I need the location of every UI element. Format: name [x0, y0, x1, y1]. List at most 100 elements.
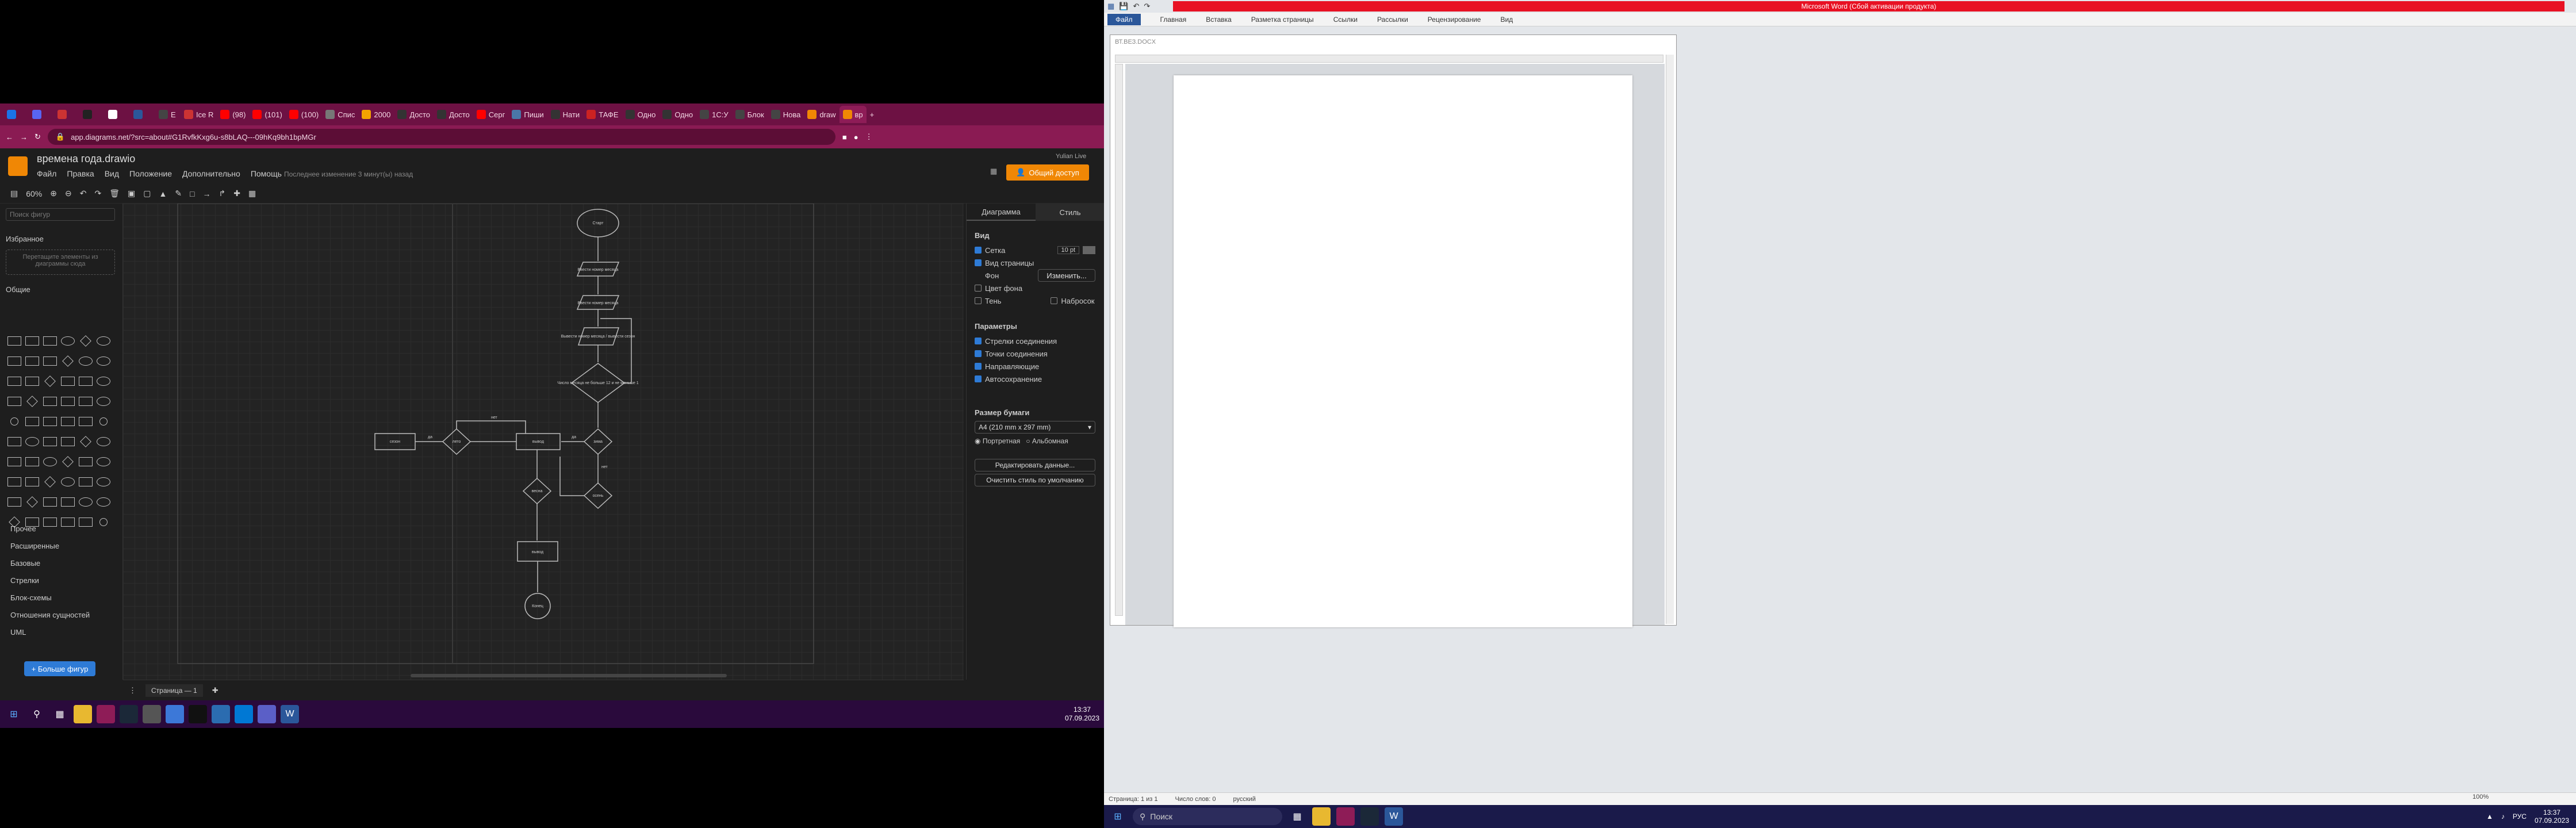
browser-tab[interactable]: Одно [659, 106, 696, 123]
shape-item[interactable] [59, 351, 76, 371]
clock[interactable]: 13:37 07.09.2023 [1065, 706, 1099, 723]
ribbon-tab[interactable]: Вставка [1206, 16, 1232, 24]
task-view-icon[interactable]: ▦ [51, 705, 69, 723]
connection-points-checkbox[interactable]: Точки соединения [975, 347, 1095, 360]
shape-item[interactable] [41, 472, 59, 492]
horizontal-scrollbar[interactable] [411, 674, 727, 677]
grid-size-input[interactable]: 10 pt [1057, 246, 1079, 254]
zoom-out-icon[interactable]: ⊖ [65, 189, 72, 198]
shape-item[interactable] [24, 472, 41, 492]
browser-tab[interactable] [3, 106, 29, 123]
guides-checkbox[interactable]: Направляющие [975, 360, 1095, 373]
steam-icon[interactable] [1360, 807, 1379, 826]
ribbon-tab[interactable]: Ссылки [1333, 16, 1358, 24]
shape-item[interactable] [24, 452, 41, 471]
pages-menu-icon[interactable]: ⋮ [129, 686, 136, 695]
table-icon[interactable]: ▦ [248, 189, 256, 198]
shape-item[interactable] [6, 452, 23, 471]
connection-icon[interactable]: → [203, 189, 211, 198]
shape-item[interactable] [41, 452, 59, 471]
undo-icon[interactable]: ↶ [80, 189, 87, 198]
sketch-checkbox[interactable] [1051, 297, 1058, 304]
word-icon[interactable]: W [281, 705, 299, 723]
shape-item[interactable] [6, 392, 23, 411]
shape-item[interactable] [95, 351, 112, 371]
connection-arrows-checkbox[interactable]: Стрелки соединения [975, 335, 1095, 347]
file-title[interactable]: времена года.drawio [37, 153, 135, 165]
shape-item[interactable] [59, 512, 76, 532]
ribbon-tab[interactable]: Вид [1500, 16, 1513, 24]
browser-tab[interactable]: 1С:У [696, 106, 732, 123]
shape-item[interactable] [95, 452, 112, 471]
status-item[interactable]: русский [1233, 796, 1255, 803]
network-icon[interactable]: ▲ [2486, 812, 2493, 821]
zoom-in-icon[interactable]: ⊕ [50, 189, 57, 198]
browser-tab[interactable] [79, 106, 105, 123]
status-item[interactable]: Страница: 1 из 1 [1109, 796, 1158, 803]
browser-tab[interactable]: (100) [286, 106, 322, 123]
app-icon[interactable] [235, 705, 253, 723]
shape-item[interactable] [41, 512, 59, 532]
status-item[interactable]: Число слов: 0 [1175, 796, 1216, 803]
app-icon[interactable] [258, 705, 276, 723]
portrait-radio[interactable]: ◉ Портретная [975, 437, 1020, 445]
shape-item[interactable] [41, 351, 59, 371]
browser-tab[interactable]: Одно [622, 106, 660, 123]
address-bar[interactable]: 🔒 app.diagrams.net/?src=about#G1RvfkKxg6… [47, 129, 835, 145]
shape-item[interactable] [6, 432, 23, 451]
user-name[interactable]: Yulian Live [1056, 153, 1086, 160]
task-view-icon[interactable]: ▦ [1288, 807, 1306, 826]
shape-search-input[interactable]: Поиск фигур [6, 208, 115, 221]
zoom-value[interactable]: 60% [26, 189, 42, 198]
paper-size-select[interactable]: A4 (210 mm x 297 mm) ▾ [975, 421, 1095, 434]
app-icon[interactable] [143, 705, 161, 723]
reload-icon[interactable]: ↻ [34, 132, 41, 141]
fill-color-icon[interactable]: ▲ [159, 189, 167, 198]
ribbon-tab[interactable]: Главная [1160, 16, 1187, 24]
save-icon[interactable]: 💾 [1114, 2, 1128, 11]
shape-item[interactable] [77, 512, 94, 532]
menu-item[interactable]: Помощь [251, 169, 282, 178]
shape-item[interactable] [59, 472, 76, 492]
shape-item[interactable] [41, 331, 59, 351]
chrome-icon[interactable] [97, 705, 115, 723]
shape-item[interactable] [59, 331, 76, 351]
shape-item[interactable] [95, 432, 112, 451]
forward-icon[interactable]: → [20, 133, 28, 141]
redo-icon[interactable]: ↷ [94, 189, 101, 198]
browser-tab[interactable]: Ice R [181, 106, 217, 123]
shape-item[interactable] [41, 492, 59, 512]
browser-tab[interactable]: Нова [768, 106, 804, 123]
browser-tab[interactable]: Досто [434, 106, 473, 123]
ribbon-tab[interactable]: Рассылки [1377, 16, 1408, 24]
comments-icon[interactable]: ▦ [990, 167, 997, 176]
browser-tab[interactable]: Серг [473, 106, 509, 123]
to-back-icon[interactable]: ▢ [143, 189, 151, 198]
taskbar-search[interactable]: ⚲ Поиск [1133, 808, 1282, 825]
ribbon-tab[interactable]: Файл [1107, 13, 1141, 25]
browser-tab[interactable]: Досто [394, 106, 434, 123]
shape-item[interactable] [59, 492, 76, 512]
menu-item[interactable]: Дополнительно [182, 169, 240, 178]
ribbon-tab[interactable]: Рецензирование [1428, 16, 1481, 24]
add-page-icon[interactable]: ✚ [212, 686, 218, 695]
browser-tab[interactable]: Пиши [508, 106, 547, 123]
shape-item[interactable] [24, 371, 41, 391]
search-icon[interactable]: ⚲ [28, 705, 46, 723]
start-icon[interactable]: ⊞ [5, 705, 23, 723]
language-indicator[interactable]: РУС [2513, 812, 2527, 821]
shape-item[interactable] [41, 412, 59, 431]
explorer-icon[interactable] [74, 705, 92, 723]
diagram-canvas[interactable]: Старт Ввести номер месяца Ввести номер м… [123, 204, 964, 680]
browser-tab[interactable] [130, 106, 155, 123]
shape-category[interactable]: Расширенные [10, 542, 59, 550]
browser-tab[interactable] [29, 106, 54, 123]
shadow-icon[interactable]: □ [190, 189, 194, 198]
shape-item[interactable] [6, 331, 23, 351]
delete-icon[interactable]: 🗑 [109, 189, 120, 198]
menu-item[interactable]: Правка [67, 169, 94, 178]
shape-item[interactable] [24, 331, 41, 351]
page-view-checkbox[interactable]: Вид страницы [975, 256, 1095, 269]
shape-item[interactable] [95, 472, 112, 492]
menu-item[interactable]: Вид [105, 169, 119, 178]
